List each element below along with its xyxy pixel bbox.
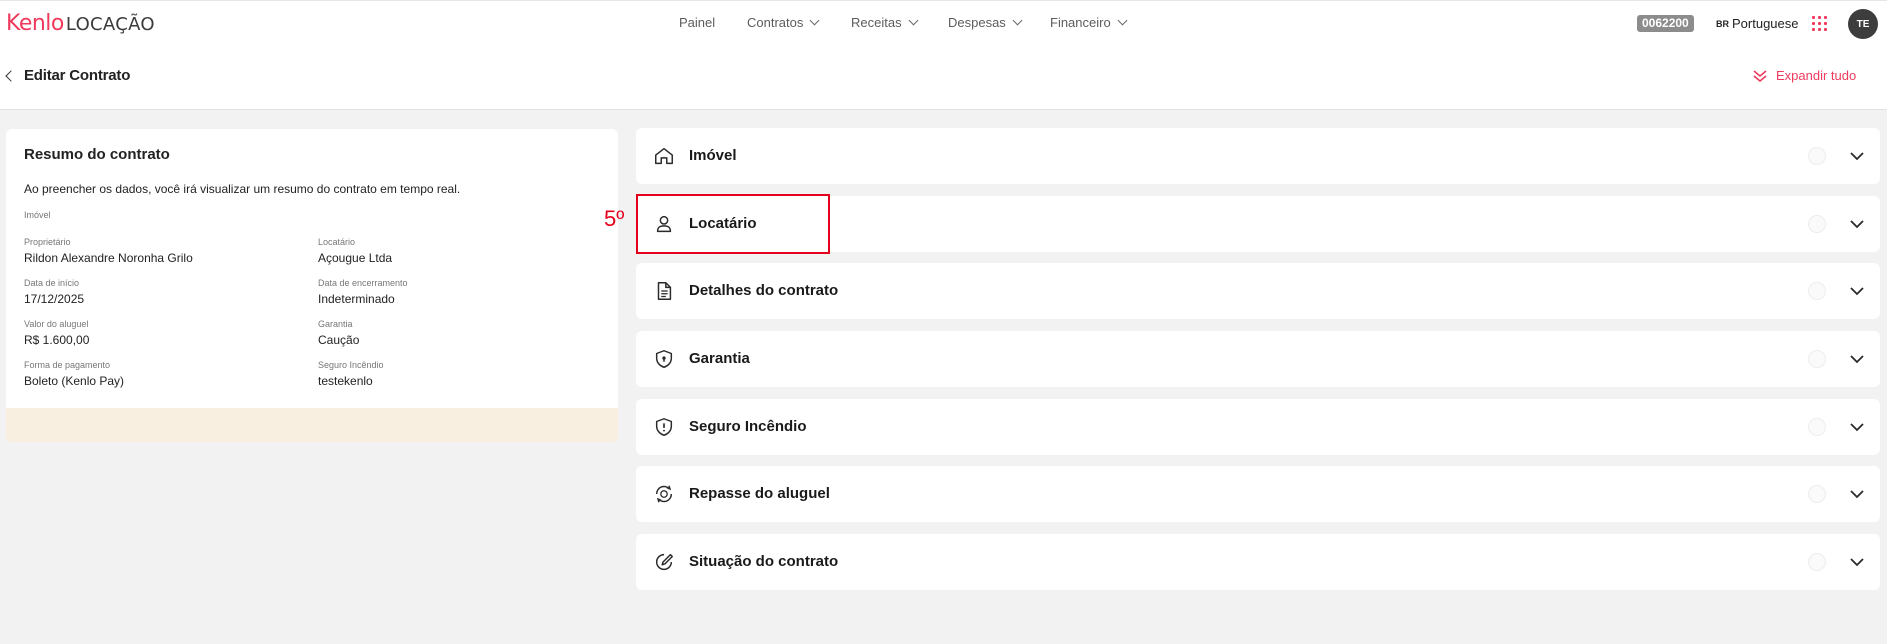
contract-summary-card: Resumo do contrato Ao preencher os dados… <box>6 129 618 442</box>
field-value-data-encerramento: Indeterminado <box>318 292 395 306</box>
section-situacao-contrato-label: Situação do contrato <box>689 553 839 570</box>
chevron-down-icon[interactable] <box>1848 215 1866 233</box>
section-detalhes-contrato[interactable]: Detalhes do contrato <box>636 263 1880 319</box>
step-marker: 5º <box>604 206 625 231</box>
language-label: Portuguese <box>1732 16 1799 31</box>
shield-alert-icon <box>655 418 673 436</box>
summary-imovel-label: Imóvel <box>24 210 51 220</box>
double-chevron-down-icon <box>1753 69 1767 82</box>
chevron-down-icon[interactable] <box>1848 553 1866 571</box>
nav-painel[interactable]: Painel <box>679 15 715 30</box>
money-transfer-icon <box>655 485 673 503</box>
section-imovel-label: Imóvel <box>689 147 737 164</box>
field-label-garantia: Garantia <box>318 319 353 329</box>
section-detalhes-contrato-label: Detalhes do contrato <box>689 282 839 299</box>
nav-receitas-label: Receitas <box>851 15 902 30</box>
expand-all-label: Expandir tudo <box>1776 68 1857 83</box>
section-imovel-status <box>1808 147 1826 165</box>
nav-financeiro-label: Financeiro <box>1050 15 1111 30</box>
expand-all-button[interactable]: Expandir tudo <box>1753 68 1856 83</box>
user-avatar[interactable]: TE <box>1848 9 1878 39</box>
section-repasse-aluguel[interactable]: Repasse do aluguel <box>636 466 1880 522</box>
summary-description: Ao preencher os dados, você irá visualiz… <box>24 182 461 196</box>
field-value-forma-pagamento: Boleto (Kenlo Pay) <box>24 374 125 388</box>
chevron-down-icon[interactable] <box>1848 485 1866 503</box>
field-value-garantia: Caução <box>318 333 360 347</box>
back-arrow-icon[interactable] <box>5 70 17 82</box>
chevron-down-icon[interactable] <box>1848 350 1866 368</box>
main-menu: Painel Contratos Receitas Despesas Finan… <box>0 1 1887 47</box>
section-situacao-contrato-status <box>1808 553 1826 571</box>
summary-footer <box>6 408 618 442</box>
nav-financeiro[interactable]: Financeiro <box>1050 15 1128 30</box>
nav-despesas-label: Despesas <box>948 15 1006 30</box>
section-seguro-incendio[interactable]: Seguro Incêndio <box>636 399 1880 455</box>
chevron-down-icon <box>908 15 919 26</box>
nav-contratos-label: Contratos <box>747 15 804 30</box>
page-header: Editar Contrato Expandir tudo <box>0 46 1887 110</box>
field-label-proprietario: Proprietário <box>24 237 71 247</box>
top-navbar: Kenlo LOCAÇÃO Painel Contratos Receitas … <box>0 0 1887 46</box>
shield-lock-icon <box>655 350 673 368</box>
section-situacao-contrato[interactable]: Situação do contrato <box>636 534 1880 590</box>
field-label-data-inicio: Data de início <box>24 278 80 288</box>
kenlo-logo[interactable]: Kenlo LOCAÇÃO <box>6 11 155 37</box>
field-label-data-encerramento: Data de encerramento <box>318 278 408 288</box>
language-flag: BR <box>1716 18 1729 29</box>
section-garantia-label: Garantia <box>689 350 750 367</box>
nav-contratos[interactable]: Contratos <box>747 15 820 30</box>
language-selector[interactable]: BR Portuguese <box>1716 16 1799 31</box>
nav-painel-label: Painel <box>679 15 716 30</box>
logo-product: LOCAÇÃO <box>65 14 155 35</box>
field-value-valor-aluguel: R$ 1.600,00 <box>24 333 90 347</box>
account-code-badge: 0062200 <box>1637 15 1694 32</box>
chevron-down-icon[interactable] <box>1848 147 1866 165</box>
section-garantia[interactable]: Garantia <box>636 331 1880 387</box>
home-icon <box>655 147 673 165</box>
nav-receitas[interactable]: Receitas <box>851 15 919 30</box>
field-label-forma-pagamento: Forma de pagamento <box>24 360 111 370</box>
section-repasse-aluguel-label: Repasse do aluguel <box>689 485 830 502</box>
page-title: Editar Contrato <box>24 67 131 84</box>
section-seguro-incendio-label: Seguro Incêndio <box>689 418 807 435</box>
field-label-locatario: Locatário <box>318 237 356 247</box>
apps-grid-icon[interactable] <box>1812 16 1827 31</box>
chevron-down-icon[interactable] <box>1848 418 1866 436</box>
field-label-seguro-incendio: Seguro Incêndio <box>318 360 384 370</box>
chevron-down-icon <box>809 15 820 26</box>
field-value-data-inicio: 17/12/2025 <box>24 292 85 306</box>
summary-title: Resumo do contrato <box>24 146 170 163</box>
section-seguro-incendio-status <box>1808 418 1826 436</box>
section-imovel[interactable]: Imóvel <box>636 128 1880 184</box>
section-repasse-aluguel-status <box>1808 485 1826 503</box>
field-value-proprietario: Rildon Alexandre Noronha Grilo <box>24 251 193 265</box>
section-detalhes-contrato-status <box>1808 282 1826 300</box>
field-value-locatario: Açougue Ltda <box>318 251 393 265</box>
nav-despesas[interactable]: Despesas <box>948 15 1023 30</box>
document-icon <box>657 282 672 300</box>
step-highlight-box <box>636 194 830 254</box>
chevron-down-icon[interactable] <box>1848 282 1866 300</box>
logo-brand: Kenlo <box>6 11 64 36</box>
edit-circle-icon <box>655 553 673 571</box>
section-locatario-status <box>1808 215 1826 233</box>
field-value-seguro-incendio: testekenlo <box>318 374 373 388</box>
chevron-down-icon <box>1117 15 1128 26</box>
field-label-valor-aluguel: Valor do aluguel <box>24 319 89 329</box>
chevron-down-icon <box>1012 15 1023 26</box>
section-garantia-status <box>1808 350 1826 368</box>
